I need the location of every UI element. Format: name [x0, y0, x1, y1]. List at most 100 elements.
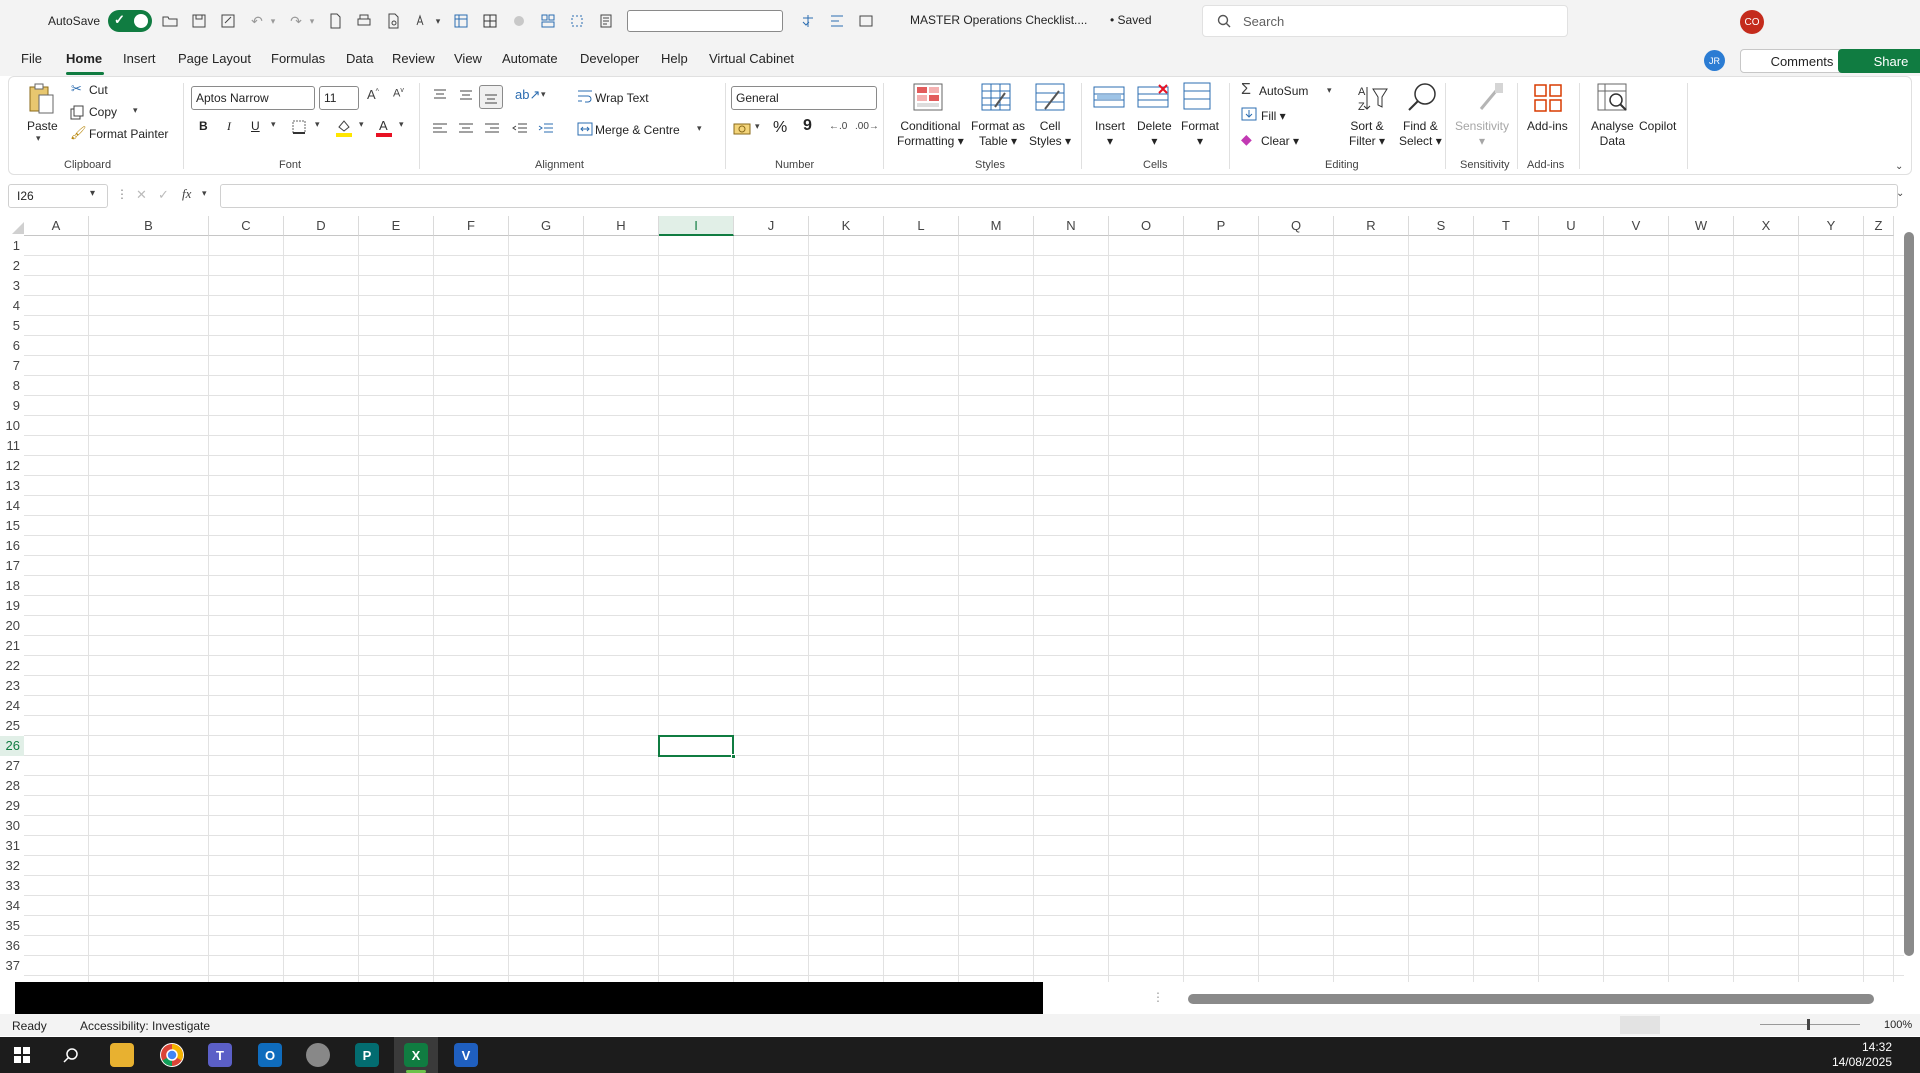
merge-dropdown-icon[interactable]: ▾ [697, 123, 702, 134]
middle-align-icon[interactable] [458, 89, 474, 101]
column-header-e[interactable]: E [359, 216, 434, 236]
analyse-data-button[interactable]: Analyse Data [1591, 119, 1634, 149]
format-as-table-button[interactable]: Format as Table ▾ [971, 119, 1025, 149]
taskbar-search-icon[interactable] [63, 1047, 79, 1063]
tab-insert[interactable]: Insert [123, 51, 156, 66]
insert-function-icon[interactable]: fx [182, 186, 191, 202]
column-header-y[interactable]: Y [1799, 216, 1864, 236]
comma-style-button[interactable]: 9 [803, 117, 812, 135]
decrease-decimal-icon[interactable]: .00→ [855, 121, 879, 132]
vc-app-icon[interactable]: V [454, 1043, 478, 1067]
row-header-17[interactable]: 17 [0, 556, 24, 576]
fill-button[interactable]: Fill ▾ [1261, 109, 1286, 123]
align-left-icon[interactable] [432, 123, 448, 135]
row-header-16[interactable]: 16 [0, 536, 24, 556]
tab-split-handle-icon[interactable]: ⋮ [1152, 990, 1164, 1004]
row-header-8[interactable]: 8 [0, 376, 24, 396]
row-header-36[interactable]: 36 [0, 936, 24, 956]
add-ins-button[interactable]: Add-ins [1527, 119, 1568, 134]
new-document-icon[interactable] [324, 10, 346, 32]
underline-dropdown-icon[interactable]: ▾ [271, 119, 276, 130]
column-header-u[interactable]: U [1539, 216, 1604, 236]
column-header-n[interactable]: N [1034, 216, 1109, 236]
arrange-icon[interactable] [537, 10, 559, 32]
font-name-combo[interactable]: Aptos Narrow [191, 86, 315, 110]
open-folder-icon[interactable] [159, 10, 181, 32]
row-header-2[interactable]: 2 [0, 256, 24, 276]
save-as-icon[interactable] [217, 10, 239, 32]
column-header-c[interactable]: C [209, 216, 284, 236]
row-header-37[interactable]: 37 [0, 956, 24, 976]
print-preview-icon[interactable] [382, 10, 404, 32]
paste-button[interactable]: Paste [27, 119, 58, 134]
undo-dropdown-icon[interactable]: ▾ [268, 10, 278, 32]
zoom-selection-icon[interactable] [566, 10, 588, 32]
search-box[interactable]: Search [1202, 5, 1568, 37]
row-header-29[interactable]: 29 [0, 796, 24, 816]
borders-dropdown-icon[interactable]: ▾ [315, 119, 320, 130]
increase-decimal-icon[interactable]: ←.0 [829, 121, 847, 132]
tab-file[interactable]: File [21, 51, 42, 66]
row-header-3[interactable]: 3 [0, 276, 24, 296]
column-header-i[interactable]: I [659, 216, 734, 236]
font-color-dropdown-icon[interactable]: ▾ [399, 119, 404, 130]
row-header-1[interactable]: 1 [0, 236, 24, 256]
row-header-21[interactable]: 21 [0, 636, 24, 656]
delete-cells-button[interactable]: Delete ▾ [1137, 119, 1172, 149]
column-header-j[interactable]: J [734, 216, 809, 236]
top-align-icon[interactable] [432, 89, 448, 101]
row-header-14[interactable]: 14 [0, 496, 24, 516]
row-header-19[interactable]: 19 [0, 596, 24, 616]
system-clock[interactable]: 14:32 14/08/2025 [1832, 1040, 1892, 1070]
underline-button[interactable]: U [251, 119, 260, 133]
tab-developer[interactable]: Developer [580, 51, 639, 66]
bold-button[interactable]: B [199, 119, 208, 133]
column-header-v[interactable]: V [1604, 216, 1669, 236]
row-header-33[interactable]: 33 [0, 876, 24, 896]
document-title[interactable]: MASTER Operations Checklist.... [910, 13, 1087, 27]
row-header-30[interactable]: 30 [0, 816, 24, 836]
align-right-icon[interactable] [484, 123, 500, 135]
row-header-15[interactable]: 15 [0, 516, 24, 536]
borders-icon[interactable] [479, 10, 501, 32]
name-box-dropdown-icon[interactable]: ▾ [90, 188, 95, 199]
find-select-button[interactable]: Find & Select ▾ [1399, 119, 1442, 149]
tab-formulas[interactable]: Formulas [271, 51, 325, 66]
column-header-g[interactable]: G [509, 216, 584, 236]
row-header-22[interactable]: 22 [0, 656, 24, 676]
zoom-slider[interactable] [1760, 1024, 1860, 1025]
tab-view[interactable]: View [454, 51, 482, 66]
row-header-13[interactable]: 13 [0, 476, 24, 496]
row-header-34[interactable]: 34 [0, 896, 24, 916]
tab-help[interactable]: Help [661, 51, 688, 66]
wrap-text-button[interactable]: Wrap Text [595, 91, 649, 105]
formula-input[interactable] [220, 184, 1898, 208]
column-header-w[interactable]: W [1669, 216, 1734, 236]
fill-color-icon[interactable] [335, 117, 353, 137]
customize-dropdown-icon[interactable]: ▾ [433, 10, 443, 32]
column-header-z[interactable]: Z [1864, 216, 1894, 236]
column-header-k[interactable]: K [809, 216, 884, 236]
orientation-icon[interactable]: ab↗ [515, 87, 540, 103]
autosum-dropdown-icon[interactable]: ▾ [1327, 85, 1332, 96]
row-header-25[interactable]: 25 [0, 716, 24, 736]
zoom-level[interactable]: 100% [1884, 1019, 1912, 1031]
column-header-a[interactable]: A [24, 216, 89, 236]
row-header-6[interactable]: 6 [0, 336, 24, 356]
redo-dropdown-icon[interactable]: ▾ [307, 10, 317, 32]
tab-virtual-cabinet[interactable]: Virtual Cabinet [709, 51, 794, 66]
paste-icon[interactable] [27, 83, 55, 115]
record-icon[interactable] [508, 10, 530, 32]
align-icon[interactable] [826, 10, 848, 32]
view-button[interactable] [1620, 1016, 1660, 1034]
number-format-combo[interactable]: General [731, 86, 877, 110]
quick-access-input[interactable] [627, 10, 784, 32]
font-size-combo[interactable]: 11 [319, 86, 359, 110]
zoom-slider-thumb[interactable] [1807, 1019, 1810, 1030]
cut-button[interactable]: Cut [89, 83, 108, 97]
sheet-tabs-bar[interactable] [15, 982, 1043, 1014]
confirm-entry-icon[interactable]: ✓ [158, 187, 169, 203]
tab-page-layout[interactable]: Page Layout [178, 51, 251, 66]
merge-centre-button[interactable]: Merge & Centre [595, 123, 680, 137]
row-header-23[interactable]: 23 [0, 676, 24, 696]
